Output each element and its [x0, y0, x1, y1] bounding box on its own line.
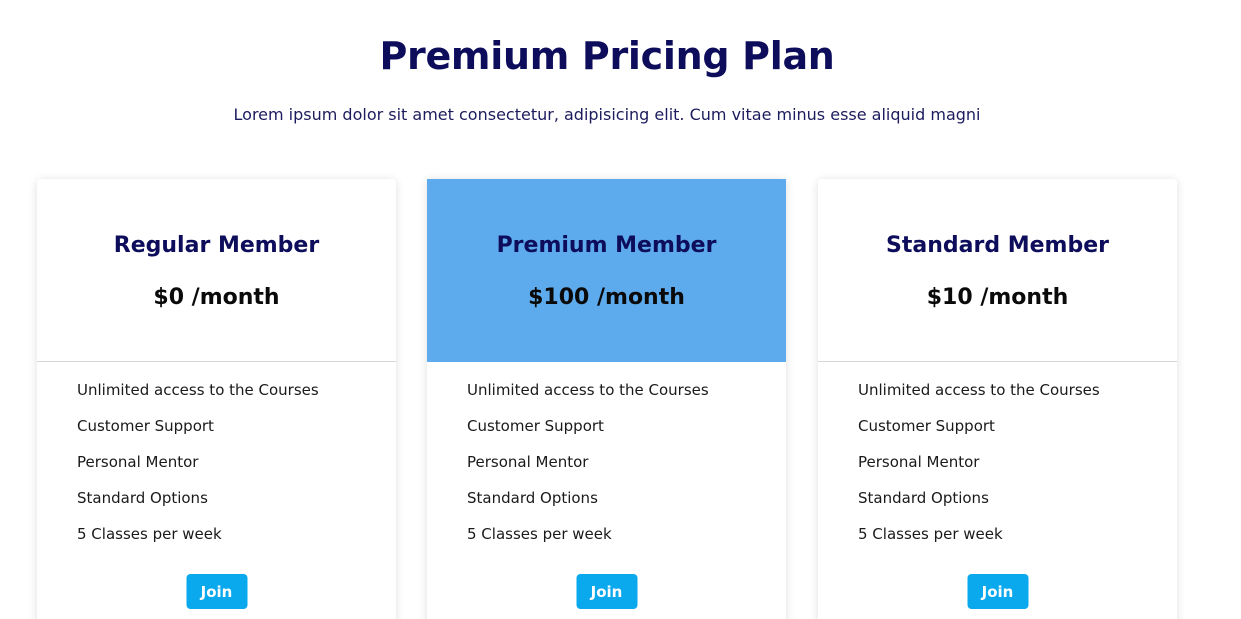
feature-item: Customer Support	[467, 417, 604, 435]
feature-item: Standard Options	[77, 489, 208, 507]
feature-item: Personal Mentor	[858, 453, 980, 471]
feature-item: Customer Support	[77, 417, 214, 435]
pricing-page: Premium Pricing Plan Lorem ipsum dolor s…	[0, 0, 1241, 619]
feature-item: 5 Classes per week	[77, 525, 222, 543]
feature-item: Unlimited access to the Courses	[77, 381, 319, 399]
pricing-card-regular: Regular Member $0 /month Unlimited acces…	[37, 179, 396, 619]
feature-item: Unlimited access to the Courses	[467, 381, 709, 399]
card-header: Standard Member $10 /month	[818, 179, 1177, 362]
card-header: Premium Member $100 /month	[427, 179, 786, 362]
feature-item: Standard Options	[858, 489, 989, 507]
feature-item: Standard Options	[467, 489, 598, 507]
pricing-card-premium: Premium Member $100 /month Unlimited acc…	[427, 179, 786, 619]
feature-item: Unlimited access to the Courses	[858, 381, 1100, 399]
plan-name: Standard Member	[886, 233, 1109, 258]
join-button-standard[interactable]: Join	[967, 574, 1028, 609]
feature-item: Customer Support	[858, 417, 995, 435]
join-button-regular[interactable]: Join	[186, 574, 247, 609]
plan-name: Regular Member	[113, 233, 320, 258]
feature-list: Unlimited access to the Courses Customer…	[37, 362, 396, 560]
page-title: Premium Pricing Plan	[379, 34, 835, 78]
plan-price: $10 /month	[926, 285, 1069, 310]
feature-item: 5 Classes per week	[467, 525, 612, 543]
feature-list: Unlimited access to the Courses Customer…	[427, 362, 786, 560]
plan-price: $100 /month	[528, 285, 685, 310]
feature-item: 5 Classes per week	[858, 525, 1003, 543]
pricing-card-standard: Standard Member $10 /month Unlimited acc…	[818, 179, 1177, 619]
feature-list: Unlimited access to the Courses Customer…	[818, 362, 1177, 560]
feature-item: Personal Mentor	[467, 453, 589, 471]
card-header: Regular Member $0 /month	[37, 179, 396, 362]
join-button-premium[interactable]: Join	[576, 574, 637, 609]
plan-name: Premium Member	[496, 233, 717, 258]
feature-item: Personal Mentor	[77, 453, 199, 471]
plan-price: $0 /month	[153, 285, 280, 310]
page-subtitle: Lorem ipsum dolor sit amet consectetur, …	[233, 105, 981, 124]
